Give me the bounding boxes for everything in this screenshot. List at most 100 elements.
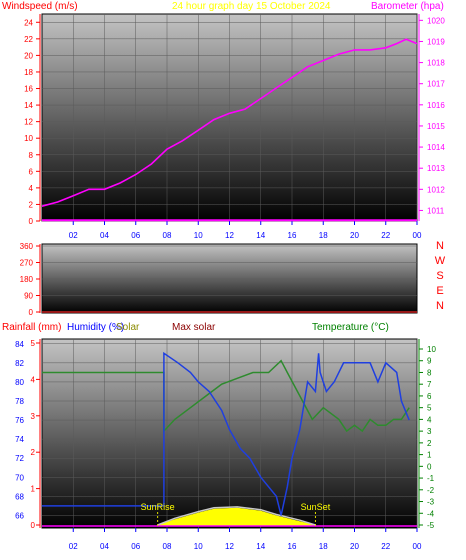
wind-direction-plot-area (41, 243, 418, 314)
wind-direction-tick-labels: 0 90 180 270 360 (20, 242, 40, 317)
rainfall-axis-title: Rainfall (mm) (2, 322, 61, 333)
temperature-tick-label: -4 (427, 509, 435, 518)
barometer-tick-label: 1011 (427, 206, 445, 215)
time-tick-label: 14 (256, 231, 265, 240)
temperature-tick-label: 10 (427, 345, 436, 354)
direction-tick-label: 180 (20, 275, 34, 284)
rainfall-tick-label: 1 (31, 485, 36, 494)
barometer-tick-label: 1016 (427, 101, 445, 110)
rainfall-tick-label: 3 (31, 412, 36, 421)
direction-tick-label: 90 (24, 292, 33, 301)
windspeed-tick-label: 20 (24, 51, 33, 60)
time-tick-label: 12 (225, 542, 234, 551)
windspeed-tick-label: 8 (29, 151, 34, 160)
humidity-tick-label: 72 (15, 454, 24, 463)
humidity-tick-label: 74 (15, 435, 24, 444)
humidity-tick-label: 68 (15, 492, 24, 501)
windspeed-tick-label: 2 (29, 200, 34, 209)
graph-title: 24 hour graph day 15 October 2024 (172, 1, 331, 12)
rainfall-tick-label: 2 (31, 448, 36, 457)
humidity-tick-label: 78 (15, 397, 24, 406)
time-tick-label: 18 (319, 542, 328, 551)
temperature-tick-label: -5 (427, 521, 435, 530)
time-tick-label: 22 (381, 231, 390, 240)
humidity-tick-label: 76 (15, 416, 24, 425)
temperature-tick-label: -2 (427, 486, 435, 495)
windspeed-tick-labels: 024681012141618202224 (24, 18, 40, 226)
humidity-tick-label: 84 (15, 340, 24, 349)
barometer-tick-label: 1015 (427, 122, 445, 131)
rainfall-tick-label: 5 (31, 339, 36, 348)
barometer-tick-labels: 1011 1012 1013 1014 1015 1016 1017 1018 1019 1020 (419, 16, 445, 215)
rainfall-tick-label: 4 (31, 375, 36, 384)
time-tick-label: 06 (131, 231, 140, 240)
time-tick-label: 08 (163, 231, 172, 240)
time-tick-label: 16 (288, 542, 297, 551)
temperature-tick-label: 8 (427, 368, 432, 377)
humidity-tick-labels: 66 68 70 72 74 76 78 80 82 84 (15, 340, 24, 521)
time-tick-label: 12 (225, 231, 234, 240)
humidity-tick-label: 80 (15, 378, 24, 387)
time-tick-label: 20 (350, 231, 359, 240)
windspeed-tick-label: 24 (24, 18, 33, 27)
barometer-tick-label: 1018 (427, 59, 445, 68)
barometer-tick-label: 1017 (427, 80, 445, 89)
time-tick-label: 10 (194, 231, 203, 240)
time-tick-label: 00 (413, 231, 422, 240)
compass-label: N (436, 300, 444, 312)
windspeed-tick-label: 22 (24, 35, 33, 44)
temperature-tick-label: -3 (427, 498, 435, 507)
wind-pressure-time-ticks: 02 04 06 08 10 12 14 16 18 20 22 00 (69, 221, 422, 240)
windspeed-axis-title: Windspeed (m/s) (2, 1, 78, 12)
rainfall-tick-labels: 0 1 2 3 4 5 (31, 339, 40, 530)
temperature-tick-label: 3 (427, 427, 432, 436)
compass-label: W (435, 255, 446, 267)
time-tick-label: 04 (100, 542, 109, 551)
windspeed-tick-label: 14 (24, 101, 33, 110)
temperature-tick-label: 0 (427, 462, 432, 471)
barometer-axis-title: Barometer (hpa) (371, 1, 444, 12)
time-tick-label: 14 (256, 542, 265, 551)
barometer-tick-label: 1014 (427, 143, 445, 152)
rainfall-tick-label: 0 (31, 521, 36, 530)
time-tick-label: 00 (413, 542, 422, 551)
direction-tick-label: 270 (20, 259, 34, 268)
sunset-marker-label: SunSet (301, 502, 331, 512)
weather-graph: Windspeed (m/s) 24 hour graph day 15 Oct… (2, 1, 446, 551)
max-solar-legend: Max solar (172, 322, 216, 333)
temperature-tick-label: 1 (427, 451, 432, 460)
compass-direction-labels: NWSEN (435, 240, 446, 312)
humidity-tick-label: 70 (15, 473, 24, 482)
time-tick-label: 22 (381, 542, 390, 551)
temperature-tick-label: 6 (427, 392, 432, 401)
windspeed-tick-label: 6 (29, 167, 34, 176)
temperature-tick-label: -1 (427, 474, 435, 483)
time-tick-label: 06 (131, 542, 140, 551)
barometer-tick-label: 1013 (427, 164, 445, 173)
direction-tick-label: 360 (20, 242, 34, 251)
time-tick-label: 08 (163, 542, 172, 551)
temperature-axis-title: Temperature (°C) (312, 322, 389, 333)
sunrise-marker-label: SunRise (141, 502, 175, 512)
windspeed-tick-label: 0 (29, 217, 34, 226)
time-tick-label: 04 (100, 231, 109, 240)
time-tick-label: 02 (69, 231, 78, 240)
compass-label: N (436, 240, 444, 252)
time-tick-label: 16 (288, 231, 297, 240)
time-tick-label: 18 (319, 231, 328, 240)
humidity-temperature-time-ticks: 02 04 06 08 10 12 14 16 18 20 22 00 (69, 528, 422, 551)
windspeed-tick-label: 16 (24, 85, 33, 94)
windspeed-tick-label: 10 (24, 134, 33, 143)
temperature-tick-label: 9 (427, 357, 432, 366)
direction-tick-label: 0 (29, 308, 34, 317)
windspeed-tick-label: 4 (29, 184, 34, 193)
compass-label: S (436, 270, 443, 282)
windspeed-tick-label: 18 (24, 68, 33, 77)
temperature-tick-label: 5 (427, 404, 432, 413)
solar-legend: Solar (116, 322, 140, 333)
compass-label: E (436, 285, 443, 297)
temperature-tick-labels: -5 -4 -3 -2 -1 0 1 2 3 4 5 6 7 8 9 10 (419, 345, 436, 530)
temperature-tick-label: 4 (427, 415, 432, 424)
time-tick-label: 10 (194, 542, 203, 551)
temperature-tick-label: 7 (427, 380, 432, 389)
